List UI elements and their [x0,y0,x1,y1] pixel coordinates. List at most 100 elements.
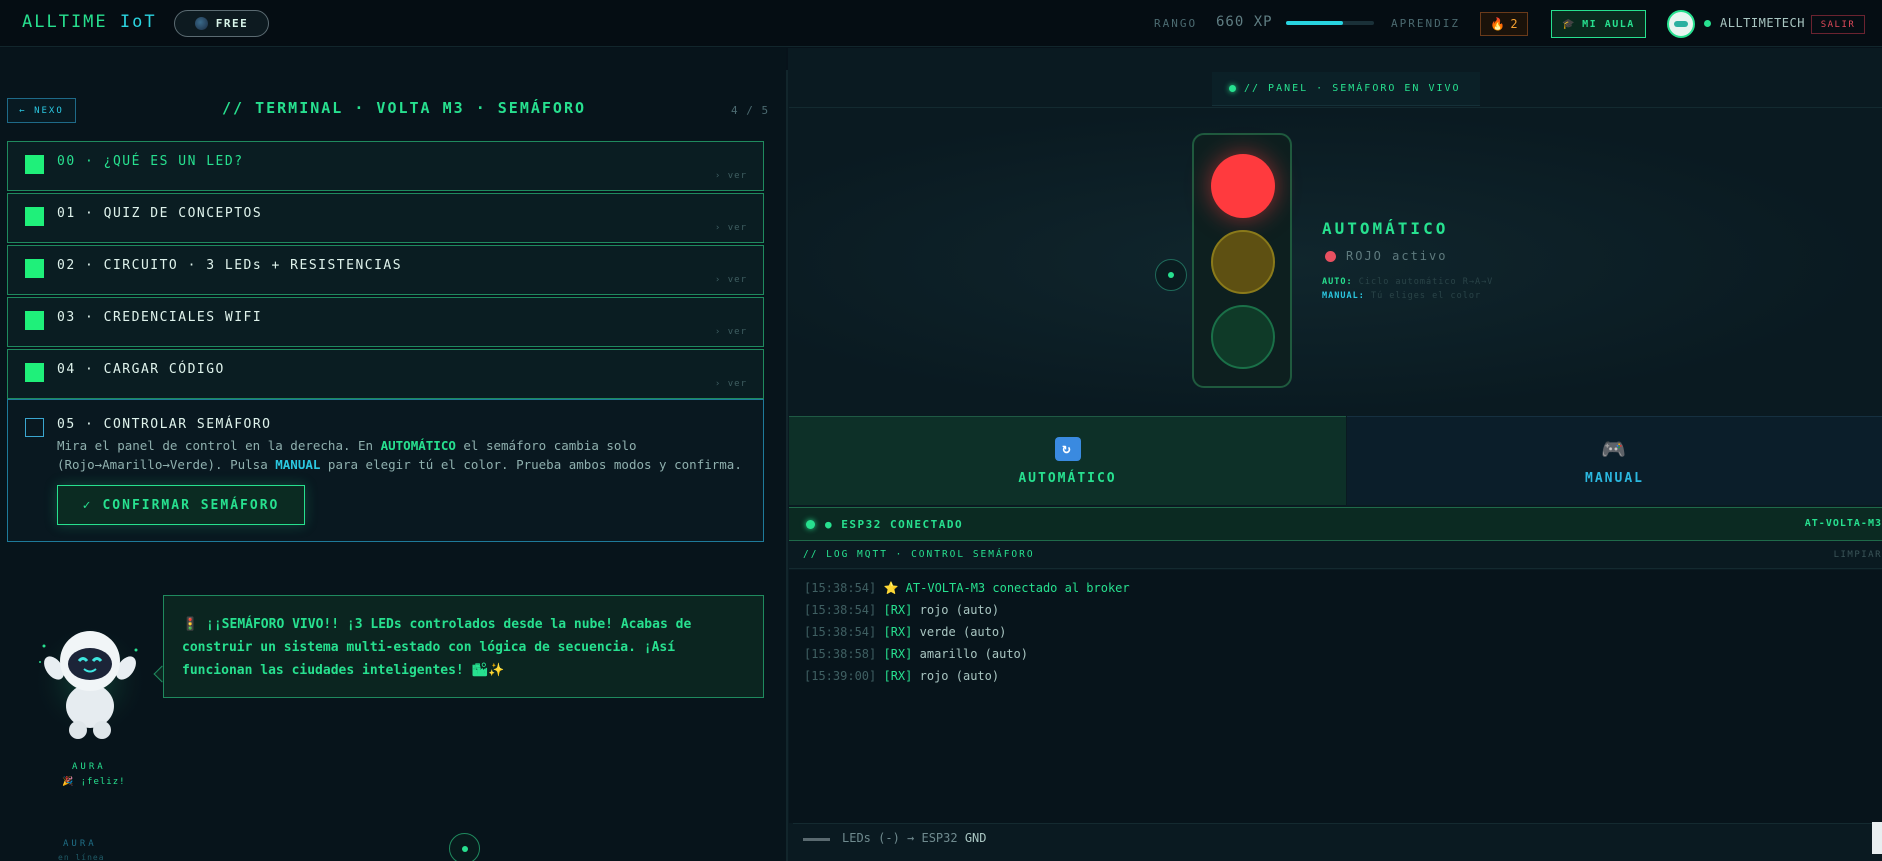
log-entry: [15:38:54] ⭐ AT-VOLTA-M3 conectado al br… [804,581,1130,595]
step-item-0[interactable]: 00 · ¿QUÉ ES UN LED? › ver [7,141,764,191]
level-label: APRENDIZ [1391,17,1460,30]
assistant-name: AURA [63,839,97,849]
dot-icon [1168,272,1174,278]
active-light-status: ROJO activo [1325,249,1447,263]
view-link[interactable]: › ver [715,275,747,285]
step-label: 05 · CONTROLAR SEMÁFORO [57,417,272,432]
connection-indicator-icon [806,520,815,529]
check-icon: ✓ [82,497,93,513]
brand-suffix: IoT [119,12,157,32]
brand-name: ALLTIME [22,12,108,32]
logout-button[interactable]: SALIR [1811,15,1865,34]
view-link[interactable]: › ver [715,171,747,181]
stage-toggle-button[interactable] [1155,259,1187,291]
scrollbar[interactable] [1872,822,1882,854]
log-entry: [15:38:58] [RX] amarillo (auto) [804,647,1028,661]
plan-badge[interactable]: FREE [174,10,269,37]
connection-label: ● ESP32 CONECTADO [825,518,964,531]
chat-dot-icon [461,845,468,852]
mascot-robot[interactable] [30,616,150,746]
log-header: // LOG MQTT · CONTROL SEMÁFORO LIMPIAR [789,543,1882,569]
step-item-active: 05 · CONTROLAR SEMÁFORO Mira el panel de… [7,399,764,542]
red-status-icon [1325,250,1336,262]
xp-progress-bar [1286,21,1374,25]
yellow-led [1211,230,1275,294]
checkbox-checked-icon [25,259,44,278]
green-led [1211,305,1275,369]
traffic-light [1192,133,1292,388]
streak-badge[interactable]: 🔥 2 [1480,12,1528,36]
tab-label: // PANEL · SEMÁFORO EN VIVO [1244,83,1461,94]
log-entry: [15:38:54] [RX] verde (auto) [804,625,1007,639]
streak-count: 2 [1510,17,1518,31]
back-button[interactable]: ← NEXO [7,98,76,123]
auto-mode-button[interactable]: ↻ AUTOMÁTICO [789,416,1346,505]
top-bar: ALLTIME IoT FREE RANGO 660 XP APRENDIZ 🔥… [0,0,1882,47]
classroom-label: MI AULA [1582,18,1635,30]
log-entry: [15:38:54] [RX] rojo (auto) [804,603,1000,617]
step-item-2[interactable]: 02 · CIRCUITO · 3 LEDs + RESISTENCIAS › … [7,245,764,295]
confirm-label: CONFIRMAR SEMÁFORO [102,497,280,513]
brand-logo[interactable]: ALLTIME IoT [22,12,157,32]
mascot-name: AURA [72,762,106,772]
step-label: 04 · CARGAR CÓDIGO [57,362,225,377]
confirm-semaphore-button[interactable]: ✓ CONFIRMAR SEMÁFORO [57,485,305,525]
wire-icon [803,838,830,841]
view-link[interactable]: › ver [715,327,747,337]
mqtt-log[interactable]: [15:38:54] ⭐ AT-VOLTA-M3 conectado al br… [789,570,1882,823]
refresh-icon: ↻ [1054,436,1081,461]
step-label: 03 · CREDENCIALES WIFI [57,310,263,325]
planet-icon [194,17,208,30]
step-progress: 4 / 5 [731,104,770,117]
connection-status-bar: ● ESP32 CONECTADO AT-VOLTA-M3 [789,507,1882,541]
auto-mode-label: AUTOMÁTICO [1018,470,1117,486]
chat-toggle-button[interactable] [449,833,480,861]
avatar[interactable] [1667,10,1695,38]
star-icon: ⭐ [883,581,899,595]
log-entry: [15:39:00] [RX] rojo (auto) [804,669,1000,683]
online-status-dot [1704,20,1711,27]
legend-auto: AUTO: Ciclo automático R→A→V [1322,277,1494,287]
step-item-3[interactable]: 03 · CREDENCIALES WIFI › ver [7,297,764,347]
device-id: AT-VOLTA-M3 [1804,518,1882,529]
step-item-1[interactable]: 01 · QUIZ DE CONCEPTOS › ver [7,193,764,243]
page-title: // TERMINAL · VOLTA M3 · SEMÁFORO [222,99,587,117]
legend-manual: MANUAL: Tú eliges el color [1322,291,1482,301]
robot-icon [32,623,148,739]
log-title: // LOG MQTT · CONTROL SEMÁFORO [803,549,1035,560]
view-link[interactable]: › ver [715,223,747,233]
mascot-mood: 🎉 ¡feliz! [62,777,126,787]
checkbox-checked-icon [25,155,44,174]
red-led [1211,154,1275,218]
wiring-text: LEDs (-) → ESP32 GND [842,831,987,845]
classroom-button[interactable]: 🎓 MI AULA [1551,10,1646,38]
checkbox-checked-icon [25,363,44,382]
plan-label: FREE [215,17,249,30]
fire-icon: 🔥 [1490,17,1506,31]
graduation-cap-icon: 🎓 [1562,18,1577,30]
mascot-speech-bubble: 🚦 ¡¡SEMÁFORO VIVO!! ¡3 LEDs controlados … [163,595,764,698]
view-link[interactable]: › ver [715,379,747,389]
tab-live-semaphore[interactable]: // PANEL · SEMÁFORO EN VIVO [1212,72,1480,106]
checkbox-checked-icon [25,207,44,226]
active-light-label: ROJO activo [1346,249,1448,263]
clear-log-button[interactable]: LIMPIAR [1834,550,1882,560]
manual-mode-label: MANUAL [1585,470,1644,486]
rank-label: RANGO [1154,17,1198,30]
current-mode-title: AUTOMÁTICO [1322,219,1449,238]
avatar-image [1674,21,1688,27]
step-label: 02 · CIRCUITO · 3 LEDs + RESISTENCIAS [57,258,403,273]
wiring-hint: LEDs (-) → ESP32 GND [793,823,1882,853]
step-label: 01 · QUIZ DE CONCEPTOS [57,206,263,221]
username[interactable]: ALLTIMETECH [1720,16,1805,30]
checkbox-checked-icon [25,311,44,330]
gamepad-icon: 🎮 [1601,436,1628,461]
step-description: Mira el panel de control en la derecha. … [57,438,742,472]
assistant-status: en línea [58,853,105,861]
xp-value: 660 XP [1216,14,1273,30]
manual-mode-button[interactable]: 🎮 MANUAL [1347,416,1882,505]
step-label: 00 · ¿QUÉ ES UN LED? [57,154,244,169]
step-item-4[interactable]: 04 · CARGAR CÓDIGO › ver [7,349,764,399]
checkbox-unchecked-icon[interactable] [25,418,44,437]
xp-progress-fill [1286,21,1344,25]
